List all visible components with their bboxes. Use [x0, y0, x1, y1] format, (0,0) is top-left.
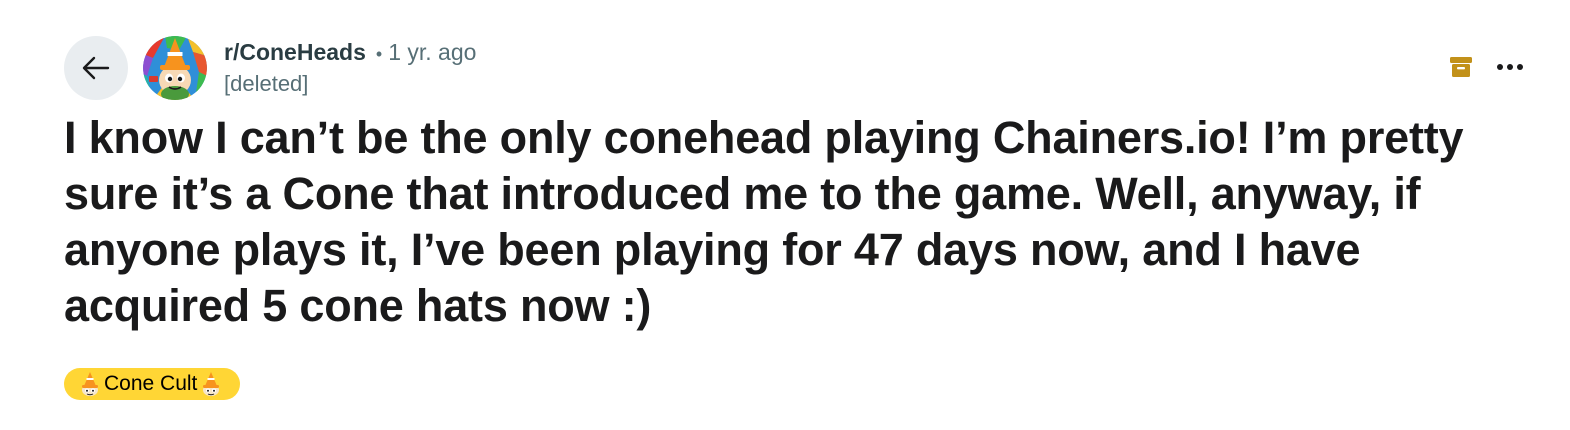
subreddit-link[interactable]: r/ConeHeads — [224, 37, 366, 67]
subreddit-avatar[interactable] — [143, 36, 207, 100]
post-author: [deleted] — [224, 71, 309, 96]
cone-emoji-icon — [82, 372, 98, 396]
post-title: I know I can’t be the only conehead play… — [64, 112, 1464, 331]
archive-icon — [1448, 52, 1474, 82]
back-button[interactable] — [64, 36, 128, 100]
cone-emoji-icon — [203, 372, 220, 396]
more-options-button[interactable] — [1494, 52, 1526, 82]
arrow-left-icon — [82, 56, 110, 80]
flair-label: Cone Cult — [104, 372, 198, 395]
more-options-icon — [1497, 64, 1523, 70]
post-time: 1 yr. ago — [388, 39, 477, 65]
post-header: r/ConeHeads • 1 yr. ago [deleted] — [64, 35, 476, 101]
post-actions — [1448, 52, 1526, 82]
meta-separator: • — [375, 44, 383, 64]
post-meta: r/ConeHeads • 1 yr. ago [deleted] — [224, 36, 476, 100]
coneheads-avatar-icon — [143, 36, 207, 100]
post-flair[interactable]: Cone Cult — [64, 368, 241, 400]
